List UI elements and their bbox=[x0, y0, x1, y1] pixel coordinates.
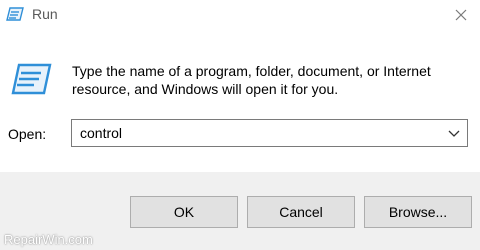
chevron-down-icon bbox=[448, 130, 460, 137]
ok-button[interactable]: OK bbox=[130, 196, 238, 228]
run-app-icon bbox=[10, 62, 52, 96]
title-bar: Run bbox=[0, 0, 480, 30]
watermark: RepairWin.com bbox=[4, 232, 93, 247]
cancel-button[interactable]: Cancel bbox=[247, 196, 355, 228]
open-label: Open: bbox=[8, 126, 47, 142]
close-icon bbox=[455, 9, 467, 21]
dropdown-button[interactable] bbox=[445, 124, 463, 142]
instruction-line-2: resource, and Windows will open it for y… bbox=[72, 81, 339, 97]
close-button[interactable] bbox=[448, 2, 474, 28]
run-app-icon bbox=[6, 6, 24, 22]
run-dialog: Run Type the name of a program, folder, … bbox=[0, 0, 480, 250]
window-title: Run bbox=[32, 6, 58, 22]
instruction-text: Type the name of a program, folder, docu… bbox=[72, 62, 472, 98]
browse-button[interactable]: Browse... bbox=[364, 196, 472, 228]
open-input[interactable] bbox=[72, 120, 432, 146]
instruction-line-1: Type the name of a program, folder, docu… bbox=[72, 63, 431, 79]
open-combobox[interactable] bbox=[71, 119, 468, 147]
